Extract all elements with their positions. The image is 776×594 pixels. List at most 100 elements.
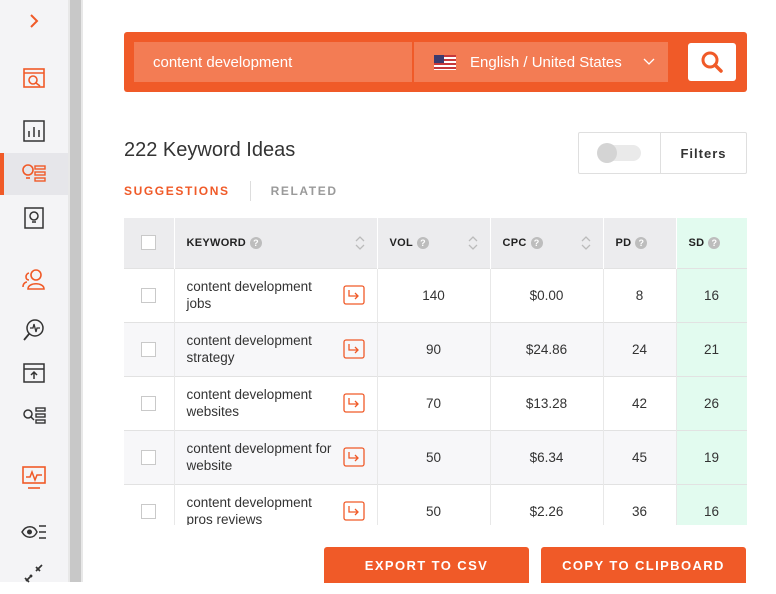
- tab-divider: [249, 181, 251, 201]
- export-csv-button[interactable]: EXPORT TO CSV: [324, 547, 529, 583]
- sort-icon[interactable]: [355, 235, 365, 251]
- keyword-text: content development jobs: [186, 279, 312, 311]
- keyword-cell: content development websites: [174, 375, 378, 430]
- sort-icon[interactable]: [468, 235, 478, 251]
- filter-toggle[interactable]: [596, 143, 641, 163]
- cpc-cell: $24.86: [490, 321, 604, 376]
- row-checkbox[interactable]: [141, 395, 157, 411]
- keyword-cell: content development jobs: [174, 267, 378, 322]
- chevron-down-icon: [643, 58, 655, 65]
- open-keyword-icon[interactable]: [342, 285, 365, 305]
- sort-icon[interactable]: [581, 235, 591, 251]
- sidebar-item-link[interactable]: [0, 552, 68, 594]
- table-row: content development strategy 90 $24.86 24 21: [124, 321, 747, 376]
- chevron-right-icon: [30, 14, 39, 28]
- pd-cell: 24: [603, 321, 677, 376]
- keyword-text: content development for website: [186, 441, 332, 473]
- vol-column-header[interactable]: VOL?: [377, 218, 491, 268]
- language-select[interactable]: English / United States: [414, 42, 668, 82]
- row-checkbox[interactable]: [141, 449, 157, 465]
- scrollbar-thumb[interactable]: [70, 0, 81, 582]
- cpc-column-header[interactable]: CPC?: [490, 218, 604, 268]
- table-header-row: KEYWORD? VOL? CPC? PD? SD?: [124, 218, 747, 268]
- select-all-cell: [124, 218, 175, 268]
- keyword-column-header[interactable]: KEYWORD?: [174, 218, 378, 268]
- sidebar-item-content-ideas[interactable]: [0, 197, 68, 239]
- open-keyword-icon[interactable]: [342, 447, 365, 467]
- keyword-overview-icon: [23, 68, 45, 88]
- vol-cell: 50: [377, 483, 491, 525]
- visibility-icon: [21, 525, 46, 539]
- row-select-cell: [124, 321, 175, 376]
- help-icon[interactable]: ?: [250, 236, 263, 249]
- sidebar-expand-button[interactable]: [0, 0, 68, 42]
- open-keyword-icon[interactable]: [342, 501, 365, 521]
- copy-clipboard-button[interactable]: COPY TO CLIPBOARD: [541, 547, 746, 583]
- pd-cell: 42: [603, 375, 677, 430]
- link-icon: [24, 564, 43, 583]
- tab-related[interactable]: RELATED: [271, 184, 338, 198]
- search-icon: [701, 51, 723, 73]
- sd-cell: 19: [676, 429, 747, 484]
- help-icon[interactable]: ?: [635, 236, 648, 249]
- search-bar: English / United States: [124, 32, 747, 92]
- pd-column-header[interactable]: PD?: [603, 218, 677, 268]
- keyword-text: content development websites: [186, 387, 312, 419]
- help-icon[interactable]: ?: [417, 236, 430, 249]
- sd-cell: 16: [676, 267, 747, 322]
- sidebar-scrollbar[interactable]: [68, 0, 83, 582]
- row-select-cell: [124, 429, 175, 484]
- cpc-header-label: CPC: [502, 236, 527, 249]
- vol-header-label: VOL: [389, 236, 414, 249]
- pd-header-label: PD: [615, 236, 632, 249]
- sidebar-item-visibility[interactable]: [0, 511, 68, 553]
- cpc-cell: $13.28: [490, 375, 604, 430]
- search-button[interactable]: [688, 43, 736, 81]
- language-label: English / United States: [470, 53, 622, 71]
- keyword-ideas-icon: [22, 164, 46, 182]
- help-icon[interactable]: ?: [708, 236, 721, 249]
- sidebar-item-backlinks[interactable]: [0, 395, 68, 437]
- table-row: content development pros reviews 50 $2.26 3…: [124, 483, 747, 525]
- select-all-checkbox[interactable]: [141, 235, 157, 251]
- vol-cell: 70: [377, 375, 491, 430]
- sd-column-header[interactable]: SD?: [676, 218, 747, 268]
- filters-button[interactable]: Filters: [661, 133, 746, 173]
- cpc-cell: $6.34: [490, 429, 604, 484]
- sidebar: [0, 0, 68, 583]
- row-checkbox[interactable]: [141, 287, 157, 303]
- open-keyword-icon[interactable]: [342, 339, 365, 359]
- sd-cell: 16: [676, 483, 747, 525]
- filter-controls: Filters: [578, 132, 747, 174]
- row-select-cell: [124, 375, 175, 430]
- sidebar-item-site-audit[interactable]: [0, 309, 68, 351]
- users-icon: [22, 269, 45, 290]
- keyword-ideas-heading: 222 Keyword Ideas: [124, 139, 296, 161]
- open-keyword-icon[interactable]: [342, 393, 365, 413]
- site-audit-icon: [23, 319, 44, 341]
- search-input[interactable]: [134, 42, 412, 82]
- rank-tracker-icon: [23, 363, 45, 383]
- pd-cell: 36: [603, 483, 677, 525]
- content-ideas-icon: [24, 207, 44, 229]
- row-checkbox[interactable]: [141, 341, 157, 357]
- row-select-cell: [124, 483, 175, 525]
- traffic-analyzer-icon: [22, 466, 46, 489]
- keyword-cell: content development pros reviews: [174, 483, 378, 525]
- keyword-cell: content development strategy: [174, 321, 378, 376]
- sd-header-label: SD: [688, 236, 705, 249]
- keyword-table-container: KEYWORD? VOL? CPC? PD? SD? content devel…: [124, 218, 747, 525]
- vol-cell: 50: [377, 429, 491, 484]
- sidebar-item-chart[interactable]: [0, 110, 68, 152]
- help-icon[interactable]: ?: [530, 236, 543, 249]
- sidebar-item-traffic[interactable]: [0, 457, 68, 499]
- tab-suggestions[interactable]: SUGGESTIONS: [124, 184, 230, 198]
- sidebar-item-rank-tracker[interactable]: [0, 352, 68, 394]
- table-row: content development for website 50 $6.34 45…: [124, 429, 747, 484]
- sidebar-item-overview[interactable]: [0, 57, 68, 99]
- filter-toggle-area[interactable]: [579, 133, 661, 173]
- sidebar-item-users[interactable]: [0, 258, 68, 300]
- table-row: content development websites 70 $13.28 42 26: [124, 375, 747, 430]
- row-checkbox[interactable]: [141, 504, 157, 520]
- sidebar-item-keyword-ideas[interactable]: [0, 153, 68, 195]
